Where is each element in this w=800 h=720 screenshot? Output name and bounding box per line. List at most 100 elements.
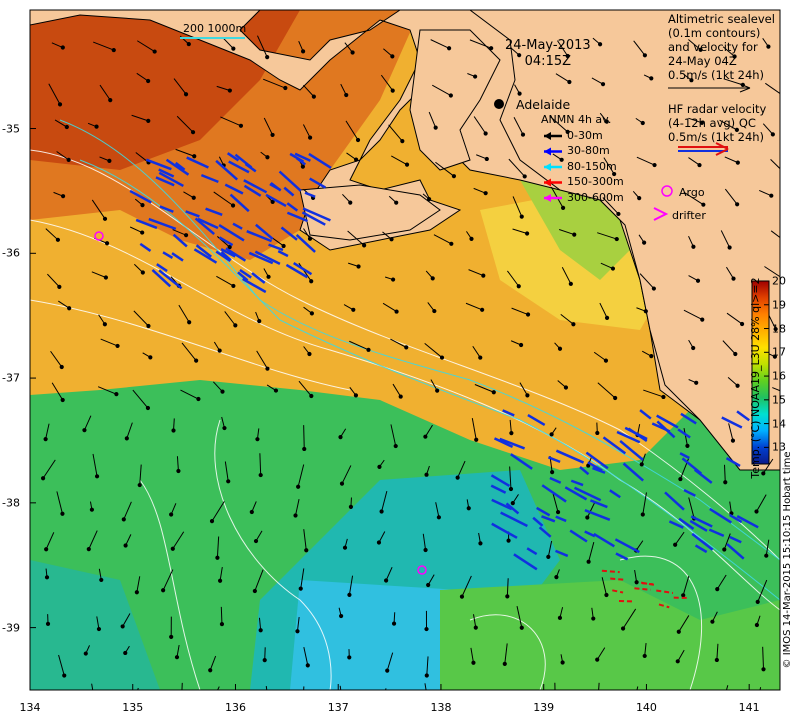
velocity-arrow-head <box>123 650 128 656</box>
velocity-arrow-head <box>433 125 438 130</box>
velocity-arrow-head <box>786 242 789 245</box>
velocity-arrow-head <box>220 389 225 394</box>
velocity-arrow-head <box>398 394 403 399</box>
velocity-arrow-head <box>96 626 102 632</box>
velocity-arrow-head <box>446 46 452 51</box>
anmn-legend-item: 300-600m <box>567 190 624 204</box>
velocity-arrow-head <box>107 158 112 163</box>
velocity-arrow-head <box>134 590 139 595</box>
velocity-arrow-head <box>483 191 488 196</box>
velocity-arrow-head <box>192 154 197 159</box>
velocity-arrow-head <box>258 472 263 478</box>
velocity-arrow-head <box>754 622 760 628</box>
velocity-arrow-head <box>348 504 354 509</box>
velocity-arrow-head <box>281 243 286 249</box>
velocity-arrow-head <box>563 385 569 390</box>
velocity-arrow-head <box>432 308 437 314</box>
argo-legend-label: Argo <box>679 186 705 199</box>
velocity-arrow-head <box>66 157 71 163</box>
velocity-arrow-head <box>678 476 683 482</box>
velocity-arrow-head <box>293 513 298 518</box>
velocity-arrow-head <box>722 547 727 552</box>
velocity-arrow-head <box>140 270 145 275</box>
velocity-arrow-head <box>226 479 231 484</box>
x-tick-label: 135 <box>122 701 144 714</box>
velocity-arrow-head <box>755 599 760 605</box>
velocity-arrow-head <box>505 594 510 599</box>
velocity-arrow-head <box>478 355 483 360</box>
velocity-arrow-head <box>233 323 238 328</box>
velocity-arrow-head <box>639 462 644 467</box>
velocity-arrow-head <box>480 307 485 312</box>
velocity-arrow-head <box>309 311 314 316</box>
anmn-legend-item: 0-30m <box>567 128 603 142</box>
velocity-arrow-head <box>146 323 151 329</box>
velocity-arrow-head <box>57 102 63 107</box>
velocity-arrow-head <box>120 624 125 629</box>
velocity-arrow-head <box>481 273 486 278</box>
velocity-arrow-head <box>697 162 702 168</box>
velocity-arrow-head <box>338 435 343 440</box>
colorbar-title: Temp. (°C) NOAA19_L3U 28% ql>=2 <box>749 277 762 479</box>
velocity-arrow-head <box>300 49 306 54</box>
velocity-arrow-head <box>642 240 647 245</box>
velocity-arrow-head <box>262 657 267 663</box>
velocity-arrow-head <box>727 245 732 250</box>
colorbar-tick-label: 16 <box>772 369 786 383</box>
velocity-arrow-head <box>473 625 478 630</box>
velocity-arrow-head <box>140 203 145 208</box>
velocity-arrow-head <box>733 351 738 357</box>
velocity-arrow-head <box>94 474 100 479</box>
velocity-arrow-head <box>557 346 563 351</box>
colorbar-tick-label: 15 <box>772 393 786 407</box>
velocity-arrow-head <box>681 593 686 598</box>
anmn-legend-item: 150-300m <box>567 175 624 188</box>
hf-legend-line: (4-12h avg) QC <box>668 116 756 130</box>
velocity-arrow-head <box>103 275 108 280</box>
velocity-arrow-head <box>516 284 521 289</box>
x-tick-label: 141 <box>738 701 760 714</box>
velocity-arrow-head <box>40 476 46 481</box>
velocity-arrow-head <box>82 428 87 433</box>
y-tick-label: -39 <box>2 621 20 635</box>
velocity-arrow-head <box>731 276 736 281</box>
velocity-arrow-head <box>249 509 254 515</box>
velocity-arrow-head <box>637 196 642 201</box>
velocity-arrow-head <box>111 47 116 53</box>
velocity-arrow-head <box>735 383 740 388</box>
velocity-arrow-head <box>455 475 460 480</box>
velocity-arrow-head <box>700 317 705 322</box>
velocity-arrow-head <box>546 554 551 559</box>
velocity-arrow-head <box>424 626 429 632</box>
velocity-arrow-head <box>169 512 174 517</box>
velocity-arrow-head <box>115 343 120 349</box>
velocity-arrow-head <box>478 541 483 546</box>
hf-legend-line: 0.5m/s (1kt 24h) <box>668 130 765 144</box>
velocity-arrow-head <box>60 45 65 50</box>
velocity-arrow-head <box>560 205 566 210</box>
velocity-arrow-head <box>568 281 573 286</box>
velocity-arrow-head <box>356 264 361 269</box>
velocity-arrow-head <box>675 659 680 664</box>
velocity-arrow-head <box>391 621 397 626</box>
velocity-arrow-head <box>252 588 257 594</box>
velocity-arrow-head <box>754 509 759 514</box>
velocity-arrow <box>220 606 223 625</box>
velocity-arrow-head <box>761 667 766 672</box>
velocity-arrow-head <box>307 236 313 241</box>
x-tick-label: 136 <box>224 701 246 714</box>
velocity-arrow <box>303 425 305 449</box>
velocity-arrow-head <box>735 160 740 165</box>
velocity-arrow-head <box>355 137 361 143</box>
velocity-arrow-head <box>642 653 647 659</box>
sealevel-legend-line: (0.1m contours) <box>668 26 761 40</box>
velocity-arrow-head <box>57 284 62 289</box>
coolest-zone <box>290 580 460 690</box>
velocity-arrow-head <box>208 668 213 673</box>
velocity-arrow-head <box>393 443 398 449</box>
velocity-arrow-head <box>604 592 609 598</box>
velocity-arrow-head <box>307 135 313 140</box>
velocity-arrow-head <box>59 364 64 370</box>
velocity-arrow-head <box>60 194 66 199</box>
velocity-arrow-head <box>104 241 110 246</box>
